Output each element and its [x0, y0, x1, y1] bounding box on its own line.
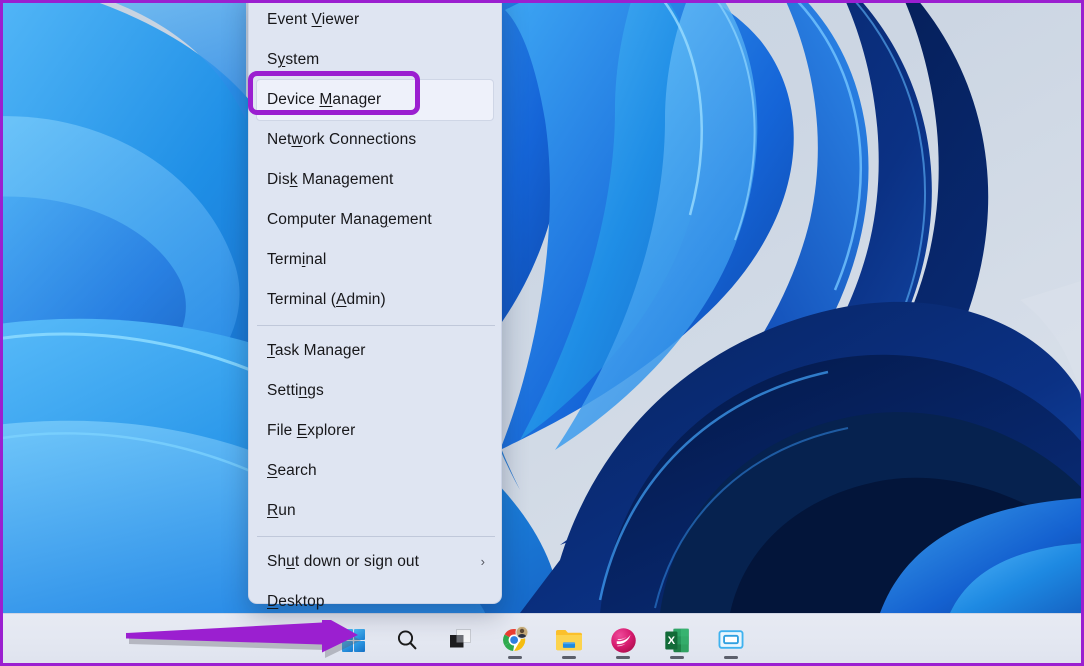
opera-icon [610, 627, 637, 654]
task-view-button[interactable] [441, 620, 481, 660]
svg-text:X: X [668, 635, 676, 647]
menu-item-device-manager[interactable]: Device Manager [257, 80, 493, 120]
menu-separator [257, 536, 495, 537]
chrome-taskbar-icon[interactable] [495, 620, 535, 660]
running-indicator [616, 656, 630, 659]
menu-item-settings[interactable]: Settings [249, 371, 501, 411]
arrow-shape [126, 620, 358, 653]
menu-item-label: Device Manager [267, 91, 477, 109]
file-explorer-taskbar-icon[interactable] [549, 620, 589, 660]
wallpaper-art [0, 0, 1084, 613]
menu-item-shut-down-or-sign-out[interactable]: Shut down or sign out › [249, 542, 501, 582]
menu-item-computer-management[interactable]: Computer Management [249, 200, 501, 240]
excel-taskbar-icon[interactable]: X [657, 620, 697, 660]
purple-arrow-annotation [126, 620, 366, 662]
chevron-right-icon: › [481, 555, 485, 568]
menu-item-label: Network Connections [267, 131, 485, 149]
search-button[interactable] [387, 620, 427, 660]
menu-item-system[interactable]: System [249, 40, 501, 80]
winx-quick-link-menu[interactable]: Event Viewer System Device Manager Netwo… [248, 0, 502, 604]
menu-item-label: Shut down or sign out [267, 553, 481, 571]
running-indicator [562, 656, 576, 659]
menu-item-file-explorer[interactable]: File Explorer [249, 411, 501, 451]
menu-item-label: Settings [267, 382, 485, 400]
menu-item-label: Run [267, 502, 485, 520]
menu-separator [257, 325, 495, 326]
folder-icon [554, 627, 584, 653]
menu-item-label: Task Manager [267, 342, 485, 360]
task-view-icon [448, 628, 474, 652]
search-icon [395, 628, 419, 652]
menu-group-power: Shut down or sign out › Desktop [249, 542, 501, 622]
menu-item-terminal-admin[interactable]: Terminal (Admin) [249, 280, 501, 320]
menu-item-disk-management[interactable]: Disk Management [249, 160, 501, 200]
menu-item-network-connections[interactable]: Network Connections [249, 120, 501, 160]
menu-item-label: Search [267, 462, 485, 480]
menu-item-label: Terminal (Admin) [267, 291, 485, 309]
menu-item-desktop[interactable]: Desktop [249, 582, 501, 622]
menu-item-event-viewer[interactable]: Event Viewer [249, 0, 501, 40]
menu-item-run[interactable]: Run [249, 491, 501, 531]
snipping-tool-taskbar-icon[interactable] [711, 620, 751, 660]
menu-group-system-tools: Event Viewer System Device Manager Netwo… [249, 0, 501, 320]
opera-gx-taskbar-icon[interactable] [603, 620, 643, 660]
menu-item-terminal[interactable]: Terminal [249, 240, 501, 280]
taskbar-icon-strip: X [333, 620, 751, 660]
chrome-icon [501, 626, 529, 654]
running-indicator [508, 656, 522, 659]
desktop-wallpaper [0, 0, 1084, 613]
running-indicator [670, 656, 684, 659]
menu-item-label: File Explorer [267, 422, 485, 440]
menu-item-label: Terminal [267, 251, 485, 269]
menu-item-label: Desktop [267, 593, 485, 611]
snipping-tool-icon [717, 628, 745, 652]
excel-icon: X [664, 627, 690, 654]
menu-item-label: Computer Management [267, 211, 485, 229]
menu-item-label: System [267, 51, 485, 69]
menu-group-apps: Task Manager Settings File Explorer Sear… [249, 331, 501, 531]
menu-item-search[interactable]: Search [249, 451, 501, 491]
running-indicator [724, 656, 738, 659]
menu-item-label: Event Viewer [267, 11, 485, 29]
menu-item-task-manager[interactable]: Task Manager [249, 331, 501, 371]
menu-item-label: Disk Management [267, 171, 485, 189]
